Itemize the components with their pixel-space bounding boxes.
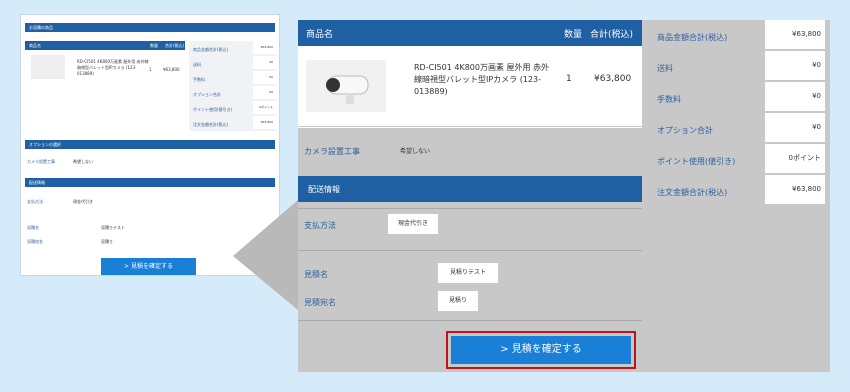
payment-label: 支払方法 — [304, 221, 336, 230]
summary-value: ¥63,800 — [765, 175, 825, 204]
summary-label: オプション合計 — [657, 125, 713, 135]
camera-value: 希望しない — [400, 148, 431, 155]
summary-value: ¥63,800 — [765, 20, 825, 49]
summary-label: 手数料 — [657, 94, 681, 104]
summary-row: ポイント使用(値引き) 0ポイント — [653, 144, 825, 175]
camera-image — [306, 60, 386, 112]
summary-value: ¥0 — [765, 113, 825, 142]
summary-label: 送料 — [657, 63, 673, 73]
delivery-header: 配送情報 — [298, 176, 642, 202]
col-qty: 数量 — [564, 30, 583, 40]
divider — [298, 250, 642, 251]
summary-value: 0ポイント — [765, 144, 825, 173]
summary-label: 商品金額合計(税込) — [657, 32, 728, 42]
product-row: RD-CI501 4K800万画素 屋外用 赤外線暗視型バレット型IPカメラ (… — [298, 46, 642, 126]
summary-row: 注文金額合計(税込) ¥63,800 — [653, 175, 825, 206]
delivery-title: 配送情報 — [308, 185, 340, 194]
estimate-to-value: 見積り — [438, 291, 478, 311]
confirm-button[interactable]: > 見積を確定する — [451, 336, 631, 364]
col-product: 商品名 — [306, 30, 334, 40]
summary-label: 注文金額合計(税込) — [657, 187, 728, 197]
summary-row: 商品金額合計(税込) ¥63,800 — [653, 20, 825, 51]
summary-row: 送料 ¥0 — [653, 51, 825, 82]
confirm-highlight: > 見積を確定する — [446, 331, 636, 369]
summary-panel: 商品金額合計(税込) ¥63,800 送料 ¥0 手数料 ¥0 オプション合計 ¥0 ポイント使… — [653, 20, 825, 206]
summary-row: 手数料 ¥0 — [653, 82, 825, 113]
divider — [298, 208, 642, 209]
divider — [298, 127, 642, 128]
camera-label: カメラ設置工事 — [304, 147, 360, 156]
product-name: RD-CI501 4K800万画素 屋外用 赤外線暗視型バレット型IPカメラ (… — [414, 63, 550, 96]
table-header: 商品名 数量 合計(税込) — [298, 20, 642, 46]
estimate-to-label: 見積宛名 — [304, 298, 336, 307]
summary-value: ¥0 — [765, 82, 825, 111]
zoom-panel: 商品名 数量 合計(税込) RD-CI501 4K800万画素 屋外用 赤外線暗… — [298, 20, 830, 372]
product-qty: 1 — [566, 74, 572, 84]
estimate-name-value: 見積りテスト — [438, 263, 498, 283]
summary-label: ポイント使用(値引き) — [657, 156, 736, 166]
product-price: ¥63,800 — [594, 74, 632, 84]
summary-row: オプション合計 ¥0 — [653, 113, 825, 144]
col-total: 合計(税込) — [590, 30, 634, 40]
divider — [298, 320, 642, 321]
estimate-name-label: 見積名 — [304, 270, 328, 279]
payment-value: 現金代引き — [388, 214, 438, 234]
summary-value: ¥0 — [765, 51, 825, 80]
